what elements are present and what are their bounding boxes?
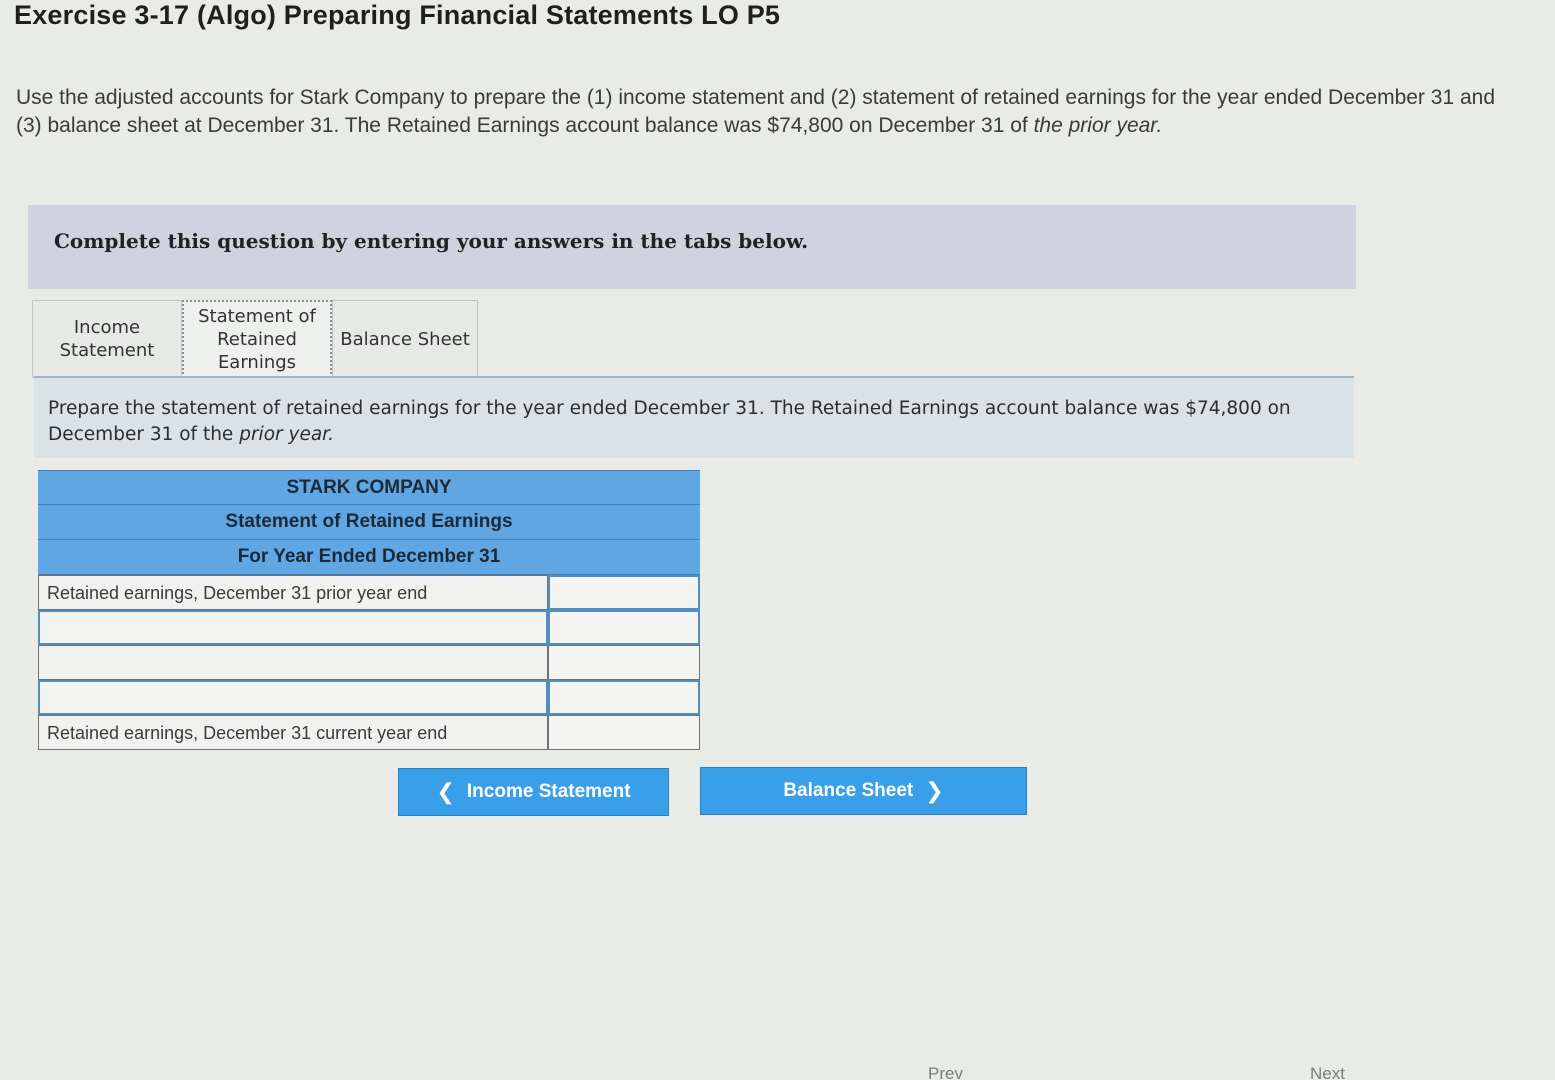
next-tab-label: Balance Sheet bbox=[783, 780, 914, 801]
company-name: STARK COMPANY bbox=[38, 470, 700, 505]
banner-text: Complete this question by entering your … bbox=[54, 229, 809, 253]
account-dropdown[interactable] bbox=[38, 610, 548, 645]
row-label: Retained earnings, December 31 prior yea… bbox=[38, 575, 548, 610]
row-label bbox=[38, 645, 548, 680]
amount-cell[interactable] bbox=[548, 715, 700, 750]
instructions-text: Use the adjusted accounts for Stark Comp… bbox=[16, 86, 1495, 137]
prev-tab-label: Income Statement bbox=[466, 781, 631, 802]
prompt-emphasis: prior year. bbox=[239, 424, 334, 445]
next-page-link[interactable]: Next bbox=[1310, 1064, 1345, 1080]
tab-income-statement[interactable]: Income Statement bbox=[32, 300, 182, 378]
amount-input[interactable] bbox=[548, 680, 700, 715]
table-row: Retained earnings, December 31 prior yea… bbox=[38, 575, 700, 610]
chevron-left-icon: ❮ bbox=[436, 779, 455, 804]
statement-period: For Year Ended December 31 bbox=[38, 540, 700, 575]
tab-label: Statement of Retained Earnings bbox=[198, 305, 316, 373]
tab-prompt: Prepare the statement of retained earnin… bbox=[34, 376, 1354, 458]
exercise-title: Exercise 3-17 (Algo) Preparing Financial… bbox=[14, 0, 781, 30]
table-row bbox=[38, 610, 700, 645]
prev-tab-button[interactable]: ❮ Income Statement bbox=[398, 768, 669, 816]
tab-balance-sheet[interactable]: Balance Sheet bbox=[332, 300, 478, 378]
amount-input[interactable] bbox=[548, 575, 700, 610]
instruction-banner: Complete this question by entering your … bbox=[28, 205, 1356, 289]
table-row: Retained earnings, December 31 current y… bbox=[38, 715, 700, 750]
account-dropdown[interactable] bbox=[38, 680, 548, 715]
tab-label: Income Statement bbox=[59, 317, 155, 361]
amount-input[interactable] bbox=[548, 610, 700, 645]
instructions: Use the adjusted accounts for Stark Comp… bbox=[16, 84, 1496, 140]
prompt-text: Prepare the statement of retained earnin… bbox=[48, 396, 1318, 448]
statement-name: Statement of Retained Earnings bbox=[38, 505, 700, 540]
chevron-right-icon: ❯ bbox=[925, 778, 944, 803]
table-row bbox=[38, 680, 700, 715]
prev-page-link[interactable]: Prev bbox=[928, 1064, 963, 1080]
tab-label: Balance Sheet bbox=[340, 328, 470, 350]
table-row bbox=[38, 645, 700, 680]
instructions-emphasis: the prior year. bbox=[1033, 114, 1163, 137]
prompt-body: Prepare the statement of retained earnin… bbox=[48, 398, 1291, 445]
retained-earnings-statement: STARK COMPANY Statement of Retained Earn… bbox=[38, 470, 700, 750]
tab-statement-of-retained-earnings[interactable]: Statement of Retained Earnings bbox=[182, 300, 332, 378]
row-label: Retained earnings, December 31 current y… bbox=[38, 715, 548, 750]
amount-cell bbox=[548, 645, 700, 680]
next-tab-button[interactable]: Balance Sheet ❯ bbox=[700, 767, 1027, 815]
tab-bar: Income Statement Statement of Retained E… bbox=[32, 300, 478, 378]
